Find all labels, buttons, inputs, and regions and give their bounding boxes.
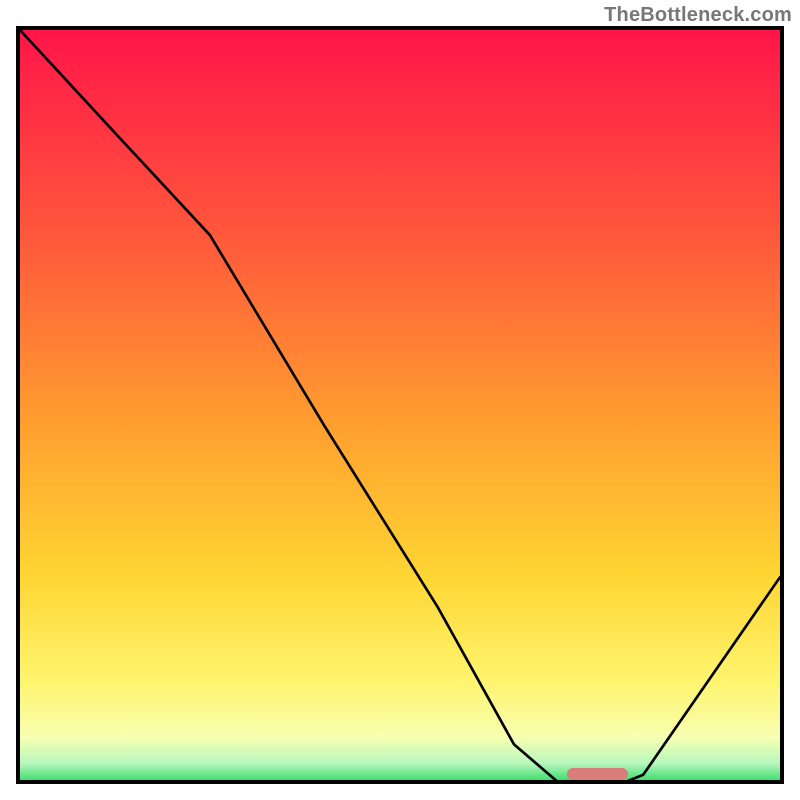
bottleneck-curve-path bbox=[20, 30, 780, 784]
chart-plot-area bbox=[16, 26, 784, 784]
optimal-range-marker bbox=[567, 768, 628, 780]
watermark-text: TheBottleneck.com bbox=[604, 4, 792, 27]
chart-curve bbox=[20, 30, 780, 784]
